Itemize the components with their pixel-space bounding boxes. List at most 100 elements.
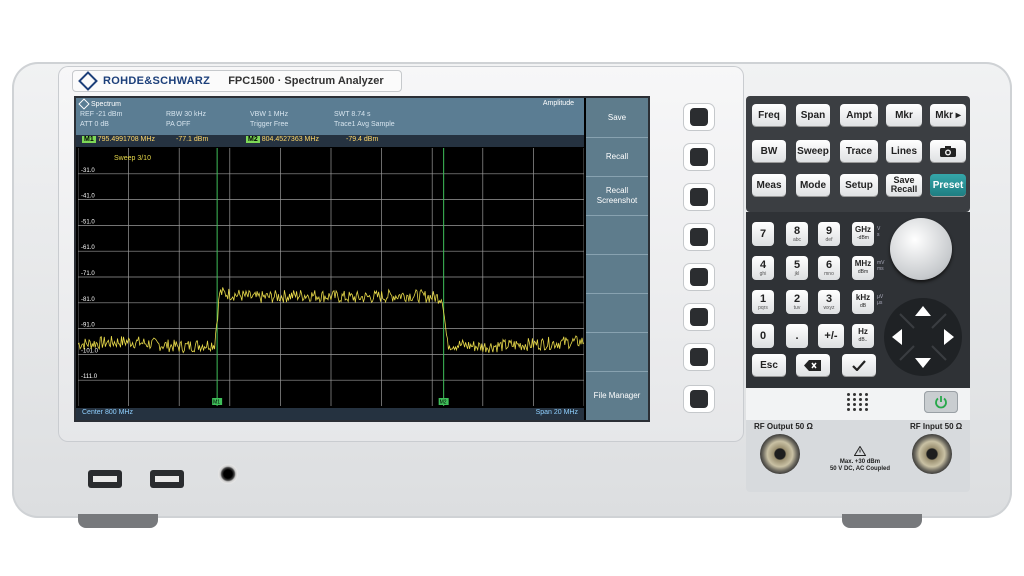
save-recall-key[interactable]: Save Recall: [886, 174, 922, 196]
speaker-hole: [847, 393, 850, 396]
unit-side-label: V s: [877, 226, 881, 238]
key-5[interactable]: 5 jkl: [786, 256, 808, 280]
bw-key[interactable]: BW: [752, 140, 786, 162]
speaker-hole: [853, 393, 856, 396]
key-letters: tuv: [793, 304, 801, 311]
mkr-next-key[interactable]: Mkr ▸: [930, 104, 966, 126]
key-letters: jkl: [794, 270, 800, 277]
power-icon: [935, 396, 947, 409]
marker-2-id: M2: [246, 136, 260, 143]
brand-plate: ROHDE&SCHWARZ FPC1500 · Spectrum Analyze…: [72, 70, 402, 92]
rbw[interactable]: RBW 30 kHz: [166, 111, 206, 118]
softkey-recall[interactable]: Recall: [586, 137, 648, 176]
esc-key[interactable]: Esc: [752, 354, 786, 376]
side-button-8[interactable]: [684, 386, 714, 412]
marker-tag-label: M1: [213, 400, 220, 406]
y-tick-label: -101.0: [81, 348, 99, 354]
usb-port-2[interactable]: [150, 470, 184, 488]
marker-1-readout[interactable]: M1 795.4991708 MHz: [82, 136, 155, 143]
ampt-key[interactable]: Ampt: [840, 104, 878, 126]
preset-key[interactable]: Preset: [930, 174, 966, 196]
sweep-time[interactable]: SWT 8.74 s: [334, 111, 370, 118]
trace-mode[interactable]: Trace1 Avg Sample: [334, 121, 395, 128]
key-8[interactable]: 8 abc: [786, 222, 808, 246]
softkey-6[interactable]: [586, 293, 648, 332]
speaker-hole: [859, 393, 862, 396]
speaker-grille-icon: [845, 392, 871, 414]
side-button-2[interactable]: [684, 144, 714, 170]
sweep-key[interactable]: Sweep: [796, 140, 830, 162]
side-button-5[interactable]: [684, 264, 714, 290]
mode-key[interactable]: Mode: [796, 174, 830, 196]
rotary-knob[interactable]: [890, 218, 952, 280]
key-digit: 5: [793, 258, 801, 271]
setup-key[interactable]: Setup: [840, 174, 878, 196]
span[interactable]: Span 20 MHz: [536, 409, 578, 416]
attenuation[interactable]: ATT 0 dB: [80, 121, 109, 128]
ref-level[interactable]: REF -21 dBm: [80, 111, 122, 118]
key-0[interactable]: 0: [752, 324, 774, 348]
softkey-recall-screenshot[interactable]: Recall Screenshot: [586, 176, 648, 215]
mode-tab[interactable]: Spectrum: [78, 98, 121, 110]
trigger[interactable]: Trigger Free: [250, 121, 288, 128]
y-tick-label: -51.0: [81, 219, 95, 225]
unit-sublabel: dB..: [858, 337, 868, 343]
meas-key[interactable]: Meas: [752, 174, 786, 196]
power-button[interactable]: [924, 391, 958, 413]
usb-port-1[interactable]: [88, 470, 122, 488]
speaker-hole: [847, 408, 850, 411]
softkey-file-manager[interactable]: File Manager: [586, 371, 648, 420]
speaker-hole: [847, 403, 850, 406]
side-button-7[interactable]: [684, 344, 714, 370]
vbw[interactable]: VBW 1 MHz: [250, 111, 288, 118]
arrow-keys-icon: [892, 306, 954, 368]
enter-key[interactable]: [842, 354, 876, 376]
marker-2-readout[interactable]: M2 804.4527363 MHz: [246, 136, 319, 143]
spectrum-plot[interactable]: -31.0 -41.0 -51.0 -61.0 -71.0 -81.0 -91.0 -101.…: [78, 148, 584, 406]
rf-input-connector[interactable]: [912, 434, 952, 474]
backspace-key[interactable]: [796, 354, 830, 376]
unit-side-label: mV ms: [877, 260, 885, 272]
amplitude-tab[interactable]: Amplitude: [543, 100, 574, 107]
unit-key-mhz[interactable]: MHz dBm: [852, 256, 874, 280]
lines-key[interactable]: Lines: [886, 140, 922, 162]
headphone-jack[interactable]: [218, 464, 238, 484]
settings-row-2: ATT 0 dB PA OFF Trigger Free Trace1 Avg …: [80, 121, 584, 131]
trace-key[interactable]: Trace: [840, 140, 878, 162]
key-digit: 0: [759, 329, 767, 342]
key-6[interactable]: 6 mno: [818, 256, 840, 280]
softkey-save[interactable]: Save: [586, 98, 648, 137]
rf-output-connector[interactable]: [760, 434, 800, 474]
span-key[interactable]: Span: [796, 104, 830, 126]
softkey-7[interactable]: [586, 332, 648, 371]
key-4[interactable]: 4 ghi: [752, 256, 774, 280]
unit-key-ghz[interactable]: GHz -dBm: [852, 222, 874, 246]
key-digit: .: [795, 329, 799, 342]
speaker-hole: [847, 398, 850, 401]
direction-pad[interactable]: [884, 298, 962, 376]
key-digit: 7: [759, 227, 767, 240]
key-2[interactable]: 2 tuv: [786, 290, 808, 314]
center-frequency[interactable]: Center 800 MHz: [82, 409, 133, 416]
freq-key[interactable]: Freq: [752, 104, 786, 126]
unit-key-hz[interactable]: Hz dB..: [852, 324, 874, 348]
y-tick-label: -61.0: [81, 245, 95, 251]
key-letters: mno: [824, 270, 834, 277]
key-3[interactable]: 3 wxyz: [818, 290, 840, 314]
side-button-3[interactable]: [684, 184, 714, 210]
mkr-key[interactable]: Mkr: [886, 104, 922, 126]
screenshot-key[interactable]: [930, 140, 966, 162]
unit-sublabel: -dBm: [857, 235, 869, 241]
softkey-5[interactable]: [586, 254, 648, 293]
unit-key-khz[interactable]: kHz dB: [852, 290, 874, 314]
softkey-4[interactable]: [586, 215, 648, 254]
preamp[interactable]: PA OFF: [166, 121, 190, 128]
key-decimal[interactable]: .: [786, 324, 808, 348]
side-button-6[interactable]: [684, 304, 714, 330]
key-1[interactable]: 1 pqrs: [752, 290, 774, 314]
side-button-4[interactable]: [684, 224, 714, 250]
key-sign[interactable]: +/-: [818, 324, 844, 348]
key-9[interactable]: 9 def: [818, 222, 840, 246]
key-7[interactable]: 7: [752, 222, 774, 246]
side-button-1[interactable]: [684, 104, 714, 130]
